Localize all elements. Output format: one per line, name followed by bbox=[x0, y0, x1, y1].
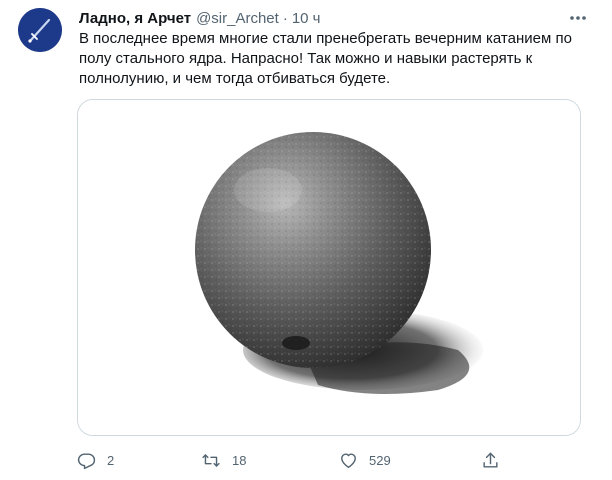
retweet-icon bbox=[202, 453, 220, 467]
tweet-text-line: В последнее время многие стали пренебрег… bbox=[79, 30, 572, 47]
heart-icon bbox=[341, 452, 356, 468]
author-handle[interactable]: @sir_Archet bbox=[196, 10, 279, 27]
more-dots-icon bbox=[570, 16, 586, 20]
share-button[interactable] bbox=[481, 446, 500, 474]
avatar[interactable] bbox=[18, 8, 62, 52]
more-options-button[interactable] bbox=[566, 8, 590, 28]
like-count: 529 bbox=[369, 452, 391, 468]
tweet-media-image[interactable] bbox=[77, 99, 581, 436]
tweet-actions: 2 18 529 bbox=[77, 446, 507, 474]
steel-ball-image bbox=[78, 100, 580, 435]
sword-avatar-icon bbox=[18, 8, 62, 52]
reply-icon bbox=[77, 452, 96, 469]
retweet-count: 18 bbox=[232, 452, 247, 468]
author-display-name[interactable]: Ладно, я Арчет bbox=[79, 10, 191, 27]
separator-dot: · bbox=[282, 9, 288, 27]
tweet-timestamp[interactable]: 10 ч bbox=[292, 10, 321, 27]
tweet-header: Ладно, я Арчет @sir_Archet · 10 ч bbox=[79, 8, 320, 28]
share-icon bbox=[483, 452, 498, 468]
reply-count: 2 bbox=[107, 452, 115, 468]
tweet-text-line: полу стального ядра. Напрасно! Так можно… bbox=[79, 50, 533, 67]
like-button[interactable]: 529 bbox=[339, 446, 391, 474]
tweet-text: В последнее время многие стали пренебрег… bbox=[79, 29, 589, 89]
tweet-text-line: полнолунию, и чем тогда отбиваться будет… bbox=[79, 70, 391, 87]
tweet: Ладно, я Арчет @sir_Archet · 10 ч В посл… bbox=[0, 0, 612, 480]
retweet-button[interactable]: 18 bbox=[201, 446, 246, 474]
reply-button[interactable]: 2 bbox=[77, 446, 114, 474]
